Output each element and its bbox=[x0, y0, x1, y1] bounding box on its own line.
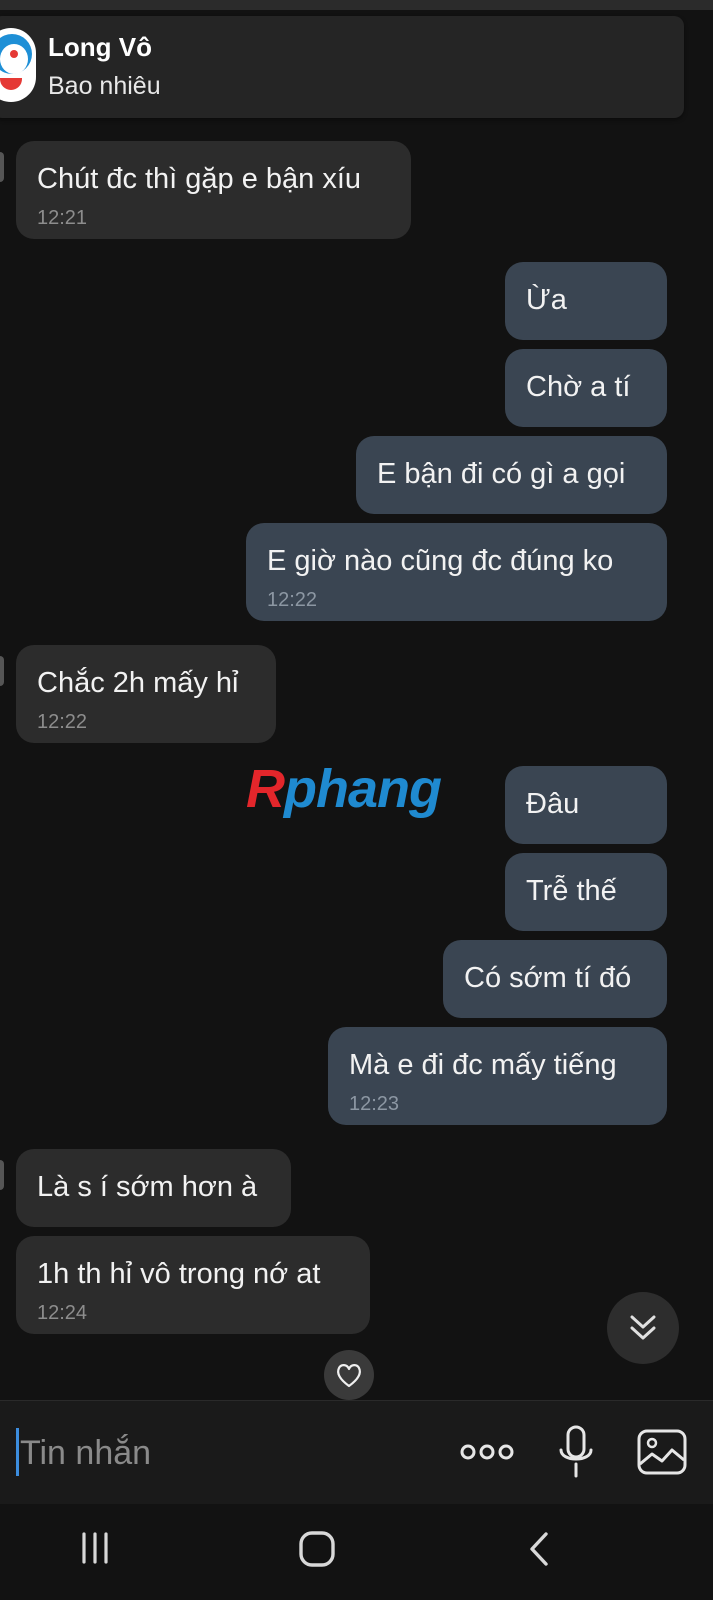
voice-record-button[interactable] bbox=[556, 1424, 596, 1480]
message-text: 1h th hỉ vô trong nớ at bbox=[37, 1258, 321, 1290]
message-bubble-outgoing[interactable]: Mà e đi đc mấy tiếng 12:23 bbox=[328, 1027, 667, 1125]
reaction-button[interactable] bbox=[324, 1350, 374, 1400]
message-bubble-outgoing[interactable]: E giờ nào cũng đc đúng ko 12:22 bbox=[246, 523, 667, 621]
message-bubble-outgoing[interactable]: Chờ a tí bbox=[505, 349, 667, 427]
watermark-logo: Rphang bbox=[246, 759, 442, 819]
message-bubble-outgoing[interactable]: Có sớm tí đó bbox=[443, 940, 667, 1018]
message-bubble-incoming[interactable]: Chút đc thì gặp e bận xíu 12:21 bbox=[16, 141, 411, 239]
double-chevron-down-icon bbox=[630, 1315, 656, 1340]
message-bubble-outgoing[interactable]: E bận đi có gì a gọi bbox=[356, 436, 667, 514]
message-text: Chắc 2h mấy hỉ bbox=[37, 667, 239, 699]
heart-icon bbox=[337, 1364, 361, 1388]
back-icon bbox=[530, 1532, 548, 1566]
message-time: 12:22 bbox=[267, 589, 318, 611]
home-icon bbox=[299, 1531, 335, 1567]
message-bubble-incoming[interactable]: Chắc 2h mấy hỉ 12:22 bbox=[16, 645, 276, 743]
avatar-face-detail bbox=[0, 44, 28, 74]
sender-avatar-stub bbox=[0, 656, 4, 686]
more-options-button[interactable] bbox=[458, 1432, 518, 1472]
more-dots-icon bbox=[460, 1444, 514, 1460]
message-text: E bận đi có gì a gọi bbox=[377, 458, 626, 490]
message-text: E giờ nào cũng đc đúng ko bbox=[267, 545, 614, 577]
message-bubble-incoming[interactable]: Là s í sớm hơn à bbox=[16, 1149, 291, 1227]
sender-avatar-stub bbox=[0, 152, 4, 182]
image-gallery-icon bbox=[637, 1429, 687, 1475]
message-time: 12:24 bbox=[37, 1302, 88, 1324]
message-time: 12:21 bbox=[37, 207, 88, 229]
sender-avatar-stub bbox=[0, 1160, 4, 1190]
message-list[interactable]: Chút đc thì gặp e bận xíu 12:21 Ừa Chờ a… bbox=[0, 0, 713, 1390]
message-text: Là s í sớm hơn à bbox=[37, 1171, 258, 1203]
nav-back-button[interactable] bbox=[524, 1530, 554, 1568]
message-bubble-incoming[interactable]: 1h th hỉ vô trong nớ at 12:24 bbox=[16, 1236, 370, 1334]
message-text: Trễ thế bbox=[526, 875, 617, 907]
message-time: 12:23 bbox=[349, 1093, 400, 1115]
message-bubble-outgoing[interactable]: Đâu bbox=[505, 766, 667, 844]
message-text: Chút đc thì gặp e bận xíu bbox=[37, 163, 362, 195]
message-text: Ừa bbox=[526, 284, 567, 316]
nav-home-button[interactable] bbox=[298, 1530, 336, 1568]
nav-recents-button[interactable] bbox=[78, 1530, 114, 1566]
message-text: Mà e đi đc mấy tiếng bbox=[349, 1049, 617, 1081]
message-text: Chờ a tí bbox=[526, 371, 631, 403]
message-text: Đâu bbox=[526, 788, 580, 820]
text-cursor bbox=[16, 1428, 19, 1476]
message-bubble-outgoing[interactable]: Trễ thế bbox=[505, 853, 667, 931]
header-status-text: Bao nhiêu bbox=[48, 72, 161, 100]
attach-image-button[interactable] bbox=[636, 1428, 688, 1476]
avatar-mouth bbox=[0, 78, 22, 90]
message-text: Có sớm tí đó bbox=[464, 962, 632, 994]
recent-apps-icon bbox=[82, 1532, 108, 1564]
message-time: 12:22 bbox=[37, 711, 88, 733]
microphone-icon bbox=[559, 1425, 593, 1478]
message-bubble-outgoing[interactable]: Ừa bbox=[505, 262, 667, 340]
message-input[interactable] bbox=[20, 1428, 420, 1478]
contact-name[interactable]: Long Vô bbox=[48, 32, 152, 63]
avatar-nose bbox=[10, 50, 18, 58]
scroll-to-bottom-button[interactable] bbox=[607, 1292, 679, 1364]
contact-avatar[interactable] bbox=[0, 28, 36, 102]
